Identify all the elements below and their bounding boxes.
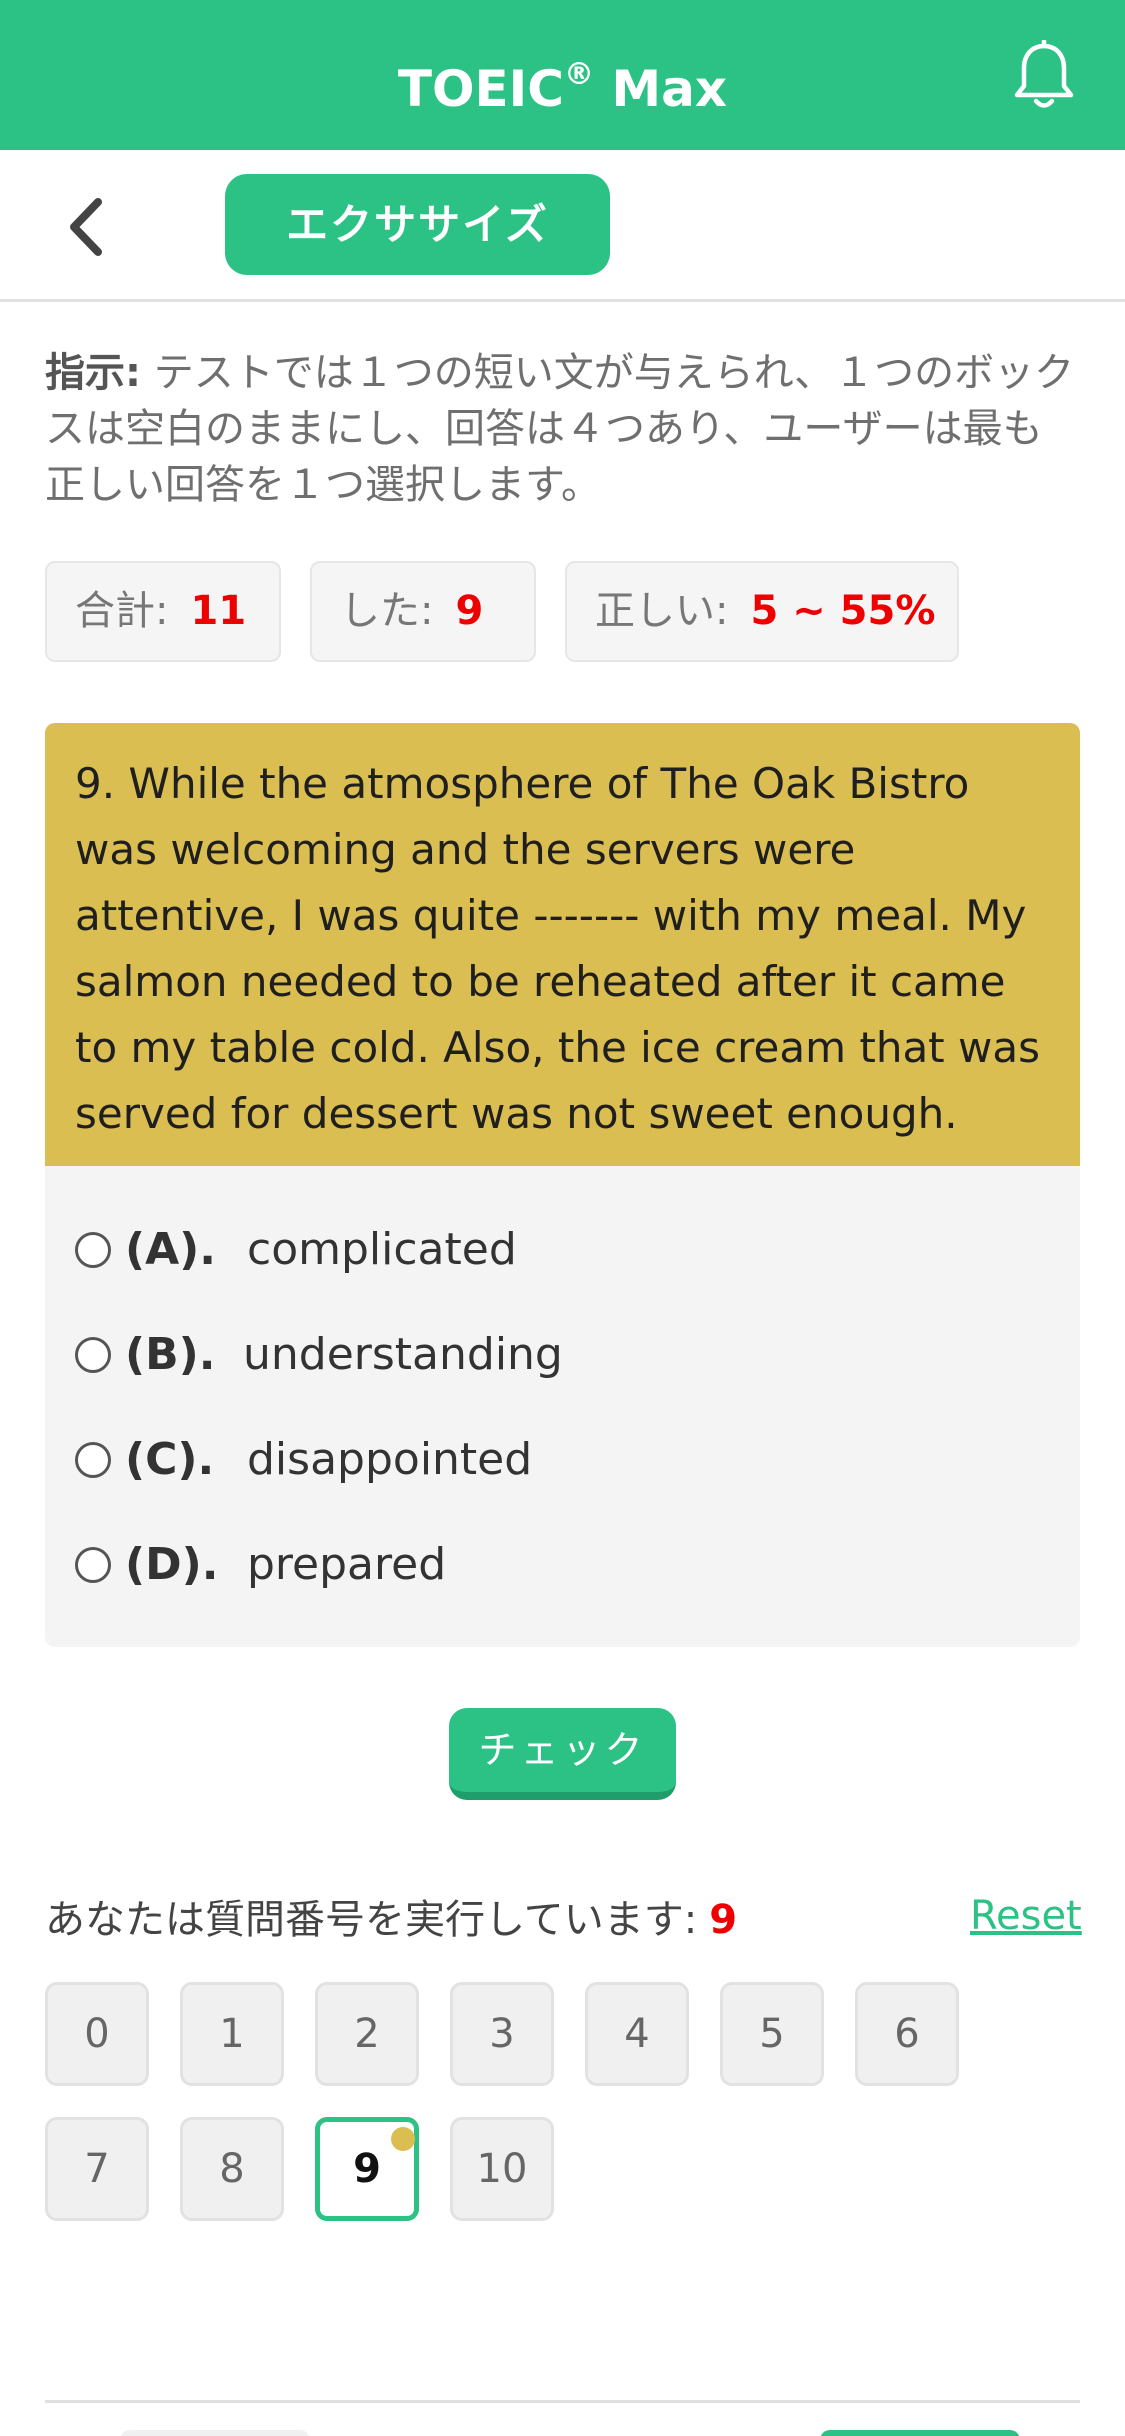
- app-bar: TOEIC® Max: [0, 0, 1125, 150]
- question-number-button[interactable]: 1: [180, 1982, 284, 2086]
- option-b[interactable]: (B). understanding: [75, 1320, 575, 1390]
- question-number-button[interactable]: 4: [585, 1982, 689, 2086]
- progress-label-text: あなたは質問番号を実行しています:: [45, 1897, 698, 1943]
- instruction-label: 指示:: [45, 350, 141, 396]
- app-title-suffix: Max: [593, 60, 728, 118]
- radio-button-d[interactable]: [75, 1547, 111, 1583]
- question-number-button[interactable]: 10: [450, 2117, 554, 2221]
- stat-done-label: した:: [340, 588, 434, 634]
- stat-correct-value: 5 ~ 55%: [750, 588, 936, 634]
- option-c-text: disappointed: [247, 1434, 533, 1485]
- stat-correct: 正しい: 5 ~ 55%: [565, 561, 959, 662]
- question-text: 9. While the atmosphere of The Oak Bistr…: [45, 723, 1080, 1166]
- sub-header: エクササイズ: [0, 150, 1125, 302]
- question-number-button[interactable]: 6: [855, 1982, 959, 2086]
- check-button[interactable]: チェック: [449, 1708, 676, 1800]
- question-number-current-label: 9: [353, 2146, 381, 2192]
- back-arrow-icon[interactable]: [58, 192, 118, 262]
- option-b-letter: (B).: [125, 1329, 216, 1380]
- footer-next-button[interactable]: [820, 2430, 1020, 2436]
- question-number-button[interactable]: 5: [720, 1982, 824, 2086]
- option-a[interactable]: (A). complicated: [75, 1215, 575, 1285]
- app-title-registered: ®: [563, 57, 594, 92]
- instruction-body: テストでは１つの短い文が与えられ、１つのボックスは空白のままにし、回答は４つあり…: [45, 350, 1075, 508]
- option-a-text: complicated: [247, 1224, 517, 1275]
- option-a-letter: (A).: [125, 1224, 216, 1275]
- footer-divider: [45, 2400, 1080, 2403]
- question-card: 9. While the atmosphere of The Oak Bistr…: [45, 723, 1080, 1647]
- stat-total: 合計: 11: [45, 561, 281, 662]
- stat-done: した: 9: [310, 561, 536, 662]
- progress-label: あなたは質問番号を実行しています: 9: [45, 1892, 737, 1948]
- radio-button-c[interactable]: [75, 1442, 111, 1478]
- option-b-text: understanding: [243, 1329, 563, 1380]
- app-title: TOEIC® Max: [0, 0, 1125, 150]
- option-d-text: prepared: [247, 1539, 447, 1590]
- progress-current-number: 9: [709, 1897, 738, 1943]
- footer-prev-button[interactable]: [120, 2430, 310, 2436]
- option-d-letter: (D).: [125, 1539, 219, 1590]
- stat-total-label: 合計:: [75, 588, 169, 634]
- option-c-letter: (C).: [125, 1434, 215, 1485]
- question-number-button[interactable]: 3: [450, 1982, 554, 2086]
- question-number-button[interactable]: 2: [315, 1982, 419, 2086]
- option-d[interactable]: (D). prepared: [75, 1530, 575, 1600]
- question-number-button[interactable]: 8: [180, 2117, 284, 2221]
- question-number-button-current[interactable]: 9: [315, 2117, 419, 2221]
- current-indicator-dot: [391, 2127, 415, 2151]
- radio-button-a[interactable]: [75, 1232, 111, 1268]
- question-number-button[interactable]: 0: [45, 1982, 149, 2086]
- stat-total-value: 11: [190, 588, 247, 634]
- question-number-button[interactable]: 7: [45, 2117, 149, 2221]
- app-title-text: TOEIC: [397, 60, 564, 118]
- instruction-text: 指示: テストでは１つの短い文が与えられ、１つのボックスは空白のままにし、回答は…: [45, 345, 1080, 513]
- exercise-tab-button[interactable]: エクササイズ: [225, 174, 610, 275]
- stat-done-value: 9: [455, 588, 484, 634]
- radio-button-b[interactable]: [75, 1337, 111, 1373]
- bell-icon[interactable]: [1012, 40, 1076, 112]
- stat-correct-label: 正しい:: [595, 588, 729, 634]
- reset-link[interactable]: Reset: [970, 1888, 1082, 1944]
- option-c[interactable]: (C). disappointed: [75, 1425, 575, 1495]
